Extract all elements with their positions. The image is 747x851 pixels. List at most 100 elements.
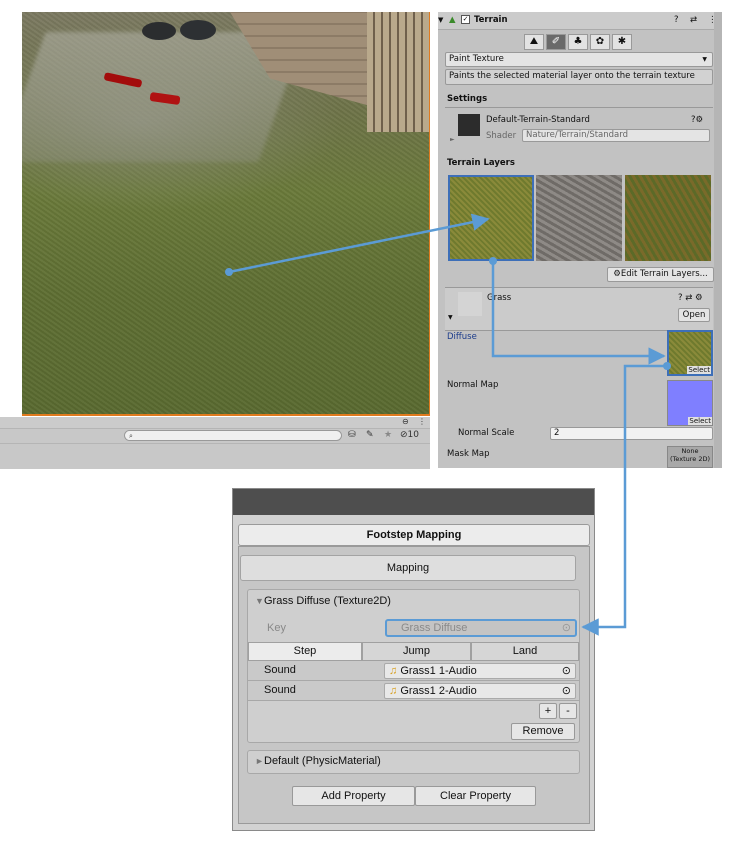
mask-map-slot[interactable]: None (Texture 2D) — [667, 446, 713, 468]
key-value: Grass Diffuse — [401, 622, 468, 634]
count-label: 10 — [407, 430, 419, 440]
remove-button[interactable]: Remove — [511, 723, 575, 740]
mask-map-type: (Texture 2D) — [669, 455, 711, 463]
open-button[interactable]: Open — [678, 308, 710, 322]
layer-name: Grass — [487, 293, 512, 303]
mode-description: Paints the selected material layer onto … — [445, 69, 713, 85]
event-tabs: Step Jump Land — [248, 642, 579, 661]
chevron-down-icon[interactable]: ▼ — [448, 314, 453, 321]
hierarchy-icon[interactable]: ⛁ — [348, 430, 356, 440]
diffuse-texture-slot[interactable]: Select — [667, 330, 713, 376]
detail-tool[interactable]: ✿ — [590, 34, 610, 50]
remove-sound-button[interactable]: - — [559, 703, 577, 719]
normal-scale-field[interactable]: 2 — [550, 427, 713, 440]
help-icon[interactable]: ?⚙ — [691, 115, 703, 125]
sound-clip-field[interactable]: ♫ Grass1 1-Audio ⊙ — [384, 663, 576, 679]
tyre — [180, 20, 216, 40]
menu-icon[interactable]: ⋮ — [418, 417, 426, 426]
tab-land[interactable]: Land — [471, 642, 579, 661]
target-icon[interactable]: ⊙ — [562, 621, 571, 636]
add-sound-button[interactable]: + — [539, 703, 557, 719]
diffuse-label: Diffuse — [447, 332, 477, 342]
visibility-icon[interactable]: ⊘10 — [400, 430, 419, 440]
normal-map-slot[interactable]: Select — [667, 380, 713, 426]
settings-label: Settings — [447, 94, 488, 104]
star-icon[interactable]: ★ — [384, 430, 392, 440]
shader-label: Shader — [486, 131, 517, 141]
divider — [445, 107, 713, 108]
mode-dropdown[interactable]: Paint Texture ▼ — [445, 52, 713, 67]
material-name: Default-Terrain-Standard — [486, 115, 590, 125]
tag-icon[interactable]: ✎ — [366, 430, 374, 440]
scene-view[interactable] — [22, 12, 430, 416]
preset-icon[interactable]: ⇄ — [690, 15, 697, 25]
add-property-button[interactable]: Add Property — [292, 786, 415, 806]
default-group-label[interactable]: Default (PhysicMaterial) — [264, 755, 381, 767]
edit-layers-label: Edit Terrain Layers... — [620, 269, 708, 279]
terrain-layers-label: Terrain Layers — [447, 158, 515, 168]
chevron-right-icon[interactable]: ► — [255, 756, 264, 766]
audio-icon: ♫ — [389, 685, 398, 697]
mask-map-value: None — [681, 447, 699, 455]
edit-terrain-layers-button[interactable]: ⚙Edit Terrain Layers... — [607, 267, 714, 282]
help-icon[interactable]: ? ⇄ ⚙ — [678, 293, 703, 303]
component-title: Terrain — [474, 15, 508, 25]
select-label[interactable]: Select — [688, 417, 712, 425]
raise-terrain-tool[interactable]: ⛰ — [524, 34, 544, 50]
search-input[interactable]: ⌕ — [124, 430, 342, 441]
wooden-pallet — [367, 12, 429, 132]
lock-icon[interactable]: ⊖ — [402, 417, 409, 426]
paint-brush-tool[interactable]: ✐ — [546, 34, 566, 50]
mode-dropdown-label: Paint Texture — [449, 54, 504, 64]
shader-dropdown[interactable]: Nature/Terrain/Standard — [522, 129, 710, 142]
layer-preview — [458, 292, 482, 316]
chevron-down-icon: ▼ — [702, 56, 707, 63]
key-field[interactable]: Grass Diffuse ⊙ — [385, 619, 577, 637]
help-icon[interactable]: ? — [674, 15, 679, 25]
target-icon[interactable]: ⊙ — [562, 684, 571, 698]
select-label[interactable]: Select — [687, 366, 711, 374]
enable-checkbox[interactable]: ✓ — [461, 15, 470, 24]
tree-tool[interactable]: ♣ — [568, 34, 588, 50]
rock-layer-tile[interactable] — [536, 175, 622, 261]
grass-group-label[interactable]: Grass Diffuse (Texture2D) — [264, 595, 391, 607]
inspector-scrollbar[interactable] — [714, 12, 722, 468]
normal-map-label: Normal Map — [447, 380, 499, 390]
tab-step[interactable]: Step — [248, 642, 362, 661]
scene-toolbar: ⊖ ⋮ ⌕ ⛁ ✎ ★ ⊘10 — [0, 417, 430, 469]
chevron-down-icon[interactable]: ▼ — [438, 16, 443, 24]
sound-row: Sound ♫ Grass1 1-Audio ⊙ — [248, 661, 579, 681]
moss-layer-tile[interactable] — [625, 175, 711, 261]
toolbar-row: ⊖ ⋮ — [0, 417, 430, 428]
footstep-mapping-window: Footstep Mapping Mapping ▼ Grass Diffuse… — [232, 488, 595, 831]
target-icon[interactable]: ⊙ — [562, 664, 571, 678]
terrain-tool-bar: ⛰ ✐ ♣ ✿ ✱ — [524, 34, 632, 50]
sound-label: Sound — [264, 664, 296, 676]
sound-clip-field[interactable]: ♫ Grass1 2-Audio ⊙ — [384, 683, 576, 699]
chevron-right-icon[interactable]: ► — [450, 136, 455, 143]
clear-property-button[interactable]: Clear Property — [415, 786, 536, 806]
audio-icon: ♫ — [389, 665, 398, 677]
normal-scale-label: Normal Scale — [458, 428, 515, 438]
component-header: ▼ ▲ ✓ Terrain ? ⇄ ⋮ — [438, 12, 722, 30]
chevron-down-icon[interactable]: ▼ — [255, 596, 264, 606]
grass-layer-tile[interactable] — [448, 175, 534, 261]
shader-value: Nature/Terrain/Standard — [526, 130, 628, 140]
gear-icon: ⚙ — [613, 269, 621, 279]
settings-tool[interactable]: ✱ — [612, 34, 632, 50]
terrain-icon: ▲ — [449, 15, 456, 25]
window-title: Footstep Mapping — [238, 524, 590, 546]
sound-clip-name: Grass1 2-Audio — [400, 685, 477, 697]
sound-label: Sound — [264, 684, 296, 696]
tab-jump[interactable]: Jump — [362, 642, 471, 661]
inspector-panel: ▼ ▲ ✓ Terrain ? ⇄ ⋮ ⛰ ✐ ♣ ✿ ✱ Paint Text… — [438, 12, 722, 468]
layer-header — [445, 287, 713, 331]
tyre — [142, 22, 176, 40]
material-preview[interactable] — [458, 114, 480, 136]
key-label: Key — [267, 622, 286, 634]
window-titlebar[interactable] — [233, 489, 594, 515]
sound-clip-name: Grass1 1-Audio — [400, 665, 477, 677]
mapping-header: Mapping — [240, 555, 576, 581]
mask-map-label: Mask Map — [447, 449, 490, 459]
sound-row: Sound ♫ Grass1 2-Audio ⊙ — [248, 681, 579, 701]
